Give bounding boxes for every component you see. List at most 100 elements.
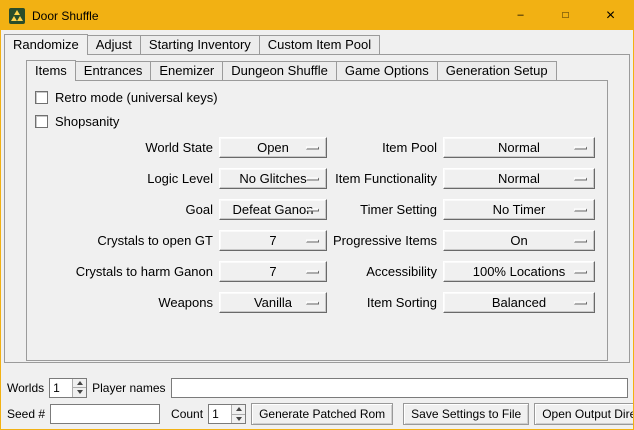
accessibility-label: Accessibility (333, 261, 437, 282)
tab-items[interactable]: Items (26, 60, 76, 81)
tab-game-options-label: Game Options (345, 63, 429, 78)
generate-patched-rom-button[interactable]: Generate Patched Rom (251, 403, 393, 425)
seed-input[interactable] (50, 404, 160, 424)
dropdown-indicator-icon (574, 270, 587, 273)
item-functionality-dropdown[interactable]: Normal (443, 168, 595, 189)
dropdown-indicator-icon (306, 301, 319, 304)
crystals-harm-ganon-value: 7 (269, 264, 276, 279)
tab-custom-item-pool[interactable]: Custom Item Pool (259, 35, 380, 54)
shopsanity-checkbox-row[interactable]: Shopsanity (35, 113, 599, 129)
crystals-open-gt-dropdown[interactable]: 7 (219, 230, 327, 251)
item-functionality-value: Normal (498, 171, 540, 186)
titlebar[interactable]: Door Shuffle – □ × (1, 1, 633, 30)
window: Door Shuffle – □ × Randomize Adjust Star… (0, 0, 634, 430)
logic-level-dropdown[interactable]: No Glitches (219, 168, 327, 189)
save-settings-button[interactable]: Save Settings to File (403, 403, 529, 425)
worlds-spin-up-button[interactable] (73, 379, 86, 388)
retro-mode-checkbox-row[interactable]: Retro mode (universal keys) (35, 89, 599, 105)
tab-starting-inventory[interactable]: Starting Inventory (140, 35, 260, 54)
tab-randomize-label: Randomize (13, 37, 79, 52)
goal-value: Defeat Ganon (233, 202, 314, 217)
crystals-harm-ganon-label: Crystals to harm Ganon (35, 261, 213, 282)
crystals-open-gt-value: 7 (269, 233, 276, 248)
tab-custom-item-pool-label: Custom Item Pool (268, 37, 371, 52)
timer-setting-dropdown[interactable]: No Timer (443, 199, 595, 220)
maximize-icon: □ (562, 11, 568, 21)
tab-dungeon-shuffle[interactable]: Dungeon Shuffle (222, 61, 337, 80)
dropdown-indicator-icon (306, 208, 319, 211)
dropdown-indicator-icon (306, 146, 319, 149)
weapons-value: Vanilla (254, 295, 292, 310)
seed-row: Seed # Count 1 Generate Patched Rom Save… (7, 403, 628, 425)
up-arrow-icon (236, 407, 242, 411)
dropdown-indicator-icon (574, 301, 587, 304)
minimize-icon: – (517, 10, 523, 21)
item-functionality-label: Item Functionality (333, 168, 437, 189)
count-value[interactable]: 1 (209, 405, 231, 423)
dropdown-indicator-icon (574, 146, 587, 149)
logic-level-value: No Glitches (239, 171, 306, 186)
tab-randomize[interactable]: Randomize (4, 34, 88, 55)
close-icon: × (606, 8, 615, 24)
up-arrow-icon (77, 381, 83, 385)
down-arrow-icon (236, 417, 242, 421)
dropdown-indicator-icon (574, 239, 587, 242)
shopsanity-checkbox[interactable] (35, 115, 48, 128)
caption-buttons: – □ × (498, 1, 633, 30)
count-label: Count (171, 407, 203, 421)
count-spin-up-button[interactable] (232, 405, 245, 414)
count-spin-buttons (231, 405, 245, 423)
timer-setting-label: Timer Setting (333, 199, 437, 220)
tab-enemizer-label: Enemizer (159, 63, 214, 78)
item-sorting-label: Item Sorting (333, 292, 437, 313)
worlds-spin-buttons (72, 379, 86, 397)
progressive-items-value: On (510, 233, 527, 248)
randomize-pane: Items Entrances Enemizer Dungeon Shuffle… (4, 54, 630, 363)
open-output-directory-button[interactable]: Open Output Directory (534, 403, 633, 425)
tab-entrances-label: Entrances (84, 63, 143, 78)
retro-mode-label: Retro mode (universal keys) (55, 90, 218, 105)
minimize-button[interactable]: – (498, 1, 543, 30)
client-area: Randomize Adjust Starting Inventory Cust… (1, 30, 633, 429)
progressive-items-label: Progressive Items (333, 230, 437, 251)
worlds-row: Worlds 1 Player names (7, 377, 628, 398)
down-arrow-icon (77, 390, 83, 394)
logic-level-label: Logic Level (35, 168, 213, 189)
item-sorting-dropdown[interactable]: Balanced (443, 292, 595, 313)
maximize-button[interactable]: □ (543, 1, 588, 30)
tab-adjust[interactable]: Adjust (87, 35, 141, 54)
crystals-open-gt-label: Crystals to open GT (35, 230, 213, 251)
count-spinbox[interactable]: 1 (208, 404, 246, 424)
tab-enemizer[interactable]: Enemizer (150, 61, 223, 80)
window-title: Door Shuffle (32, 9, 99, 23)
accessibility-dropdown[interactable]: 100% Locations (443, 261, 595, 282)
worlds-spinbox[interactable]: 1 (49, 378, 87, 398)
weapons-dropdown[interactable]: Vanilla (219, 292, 327, 313)
tab-generation-setup[interactable]: Generation Setup (437, 61, 557, 80)
close-button[interactable]: × (588, 1, 633, 30)
goal-dropdown[interactable]: Defeat Ganon (219, 199, 327, 220)
item-sorting-value: Balanced (492, 295, 546, 310)
item-pool-value: Normal (498, 140, 540, 155)
item-pool-dropdown[interactable]: Normal (443, 137, 595, 158)
progressive-items-dropdown[interactable]: On (443, 230, 595, 251)
tab-adjust-label: Adjust (96, 37, 132, 52)
item-pool-label: Item Pool (333, 137, 437, 158)
retro-mode-checkbox[interactable] (35, 91, 48, 104)
player-names-input[interactable] (171, 378, 629, 398)
options-grid: World State Open Item Pool Normal (35, 137, 599, 313)
seed-label: Seed # (7, 407, 45, 421)
world-state-dropdown[interactable]: Open (219, 137, 327, 158)
dropdown-indicator-icon (574, 208, 587, 211)
worlds-value[interactable]: 1 (50, 379, 72, 397)
crystals-harm-ganon-dropdown[interactable]: 7 (219, 261, 327, 282)
tab-dungeon-shuffle-label: Dungeon Shuffle (231, 63, 328, 78)
tab-entrances[interactable]: Entrances (75, 61, 152, 80)
worlds-label: Worlds (7, 381, 44, 395)
player-names-label: Player names (92, 381, 165, 395)
worlds-spin-down-button[interactable] (73, 387, 86, 397)
main-notebook: Randomize Adjust Starting Inventory Cust… (4, 33, 630, 363)
tab-starting-inventory-label: Starting Inventory (149, 37, 251, 52)
count-spin-down-button[interactable] (232, 414, 245, 424)
tab-game-options[interactable]: Game Options (336, 61, 438, 80)
